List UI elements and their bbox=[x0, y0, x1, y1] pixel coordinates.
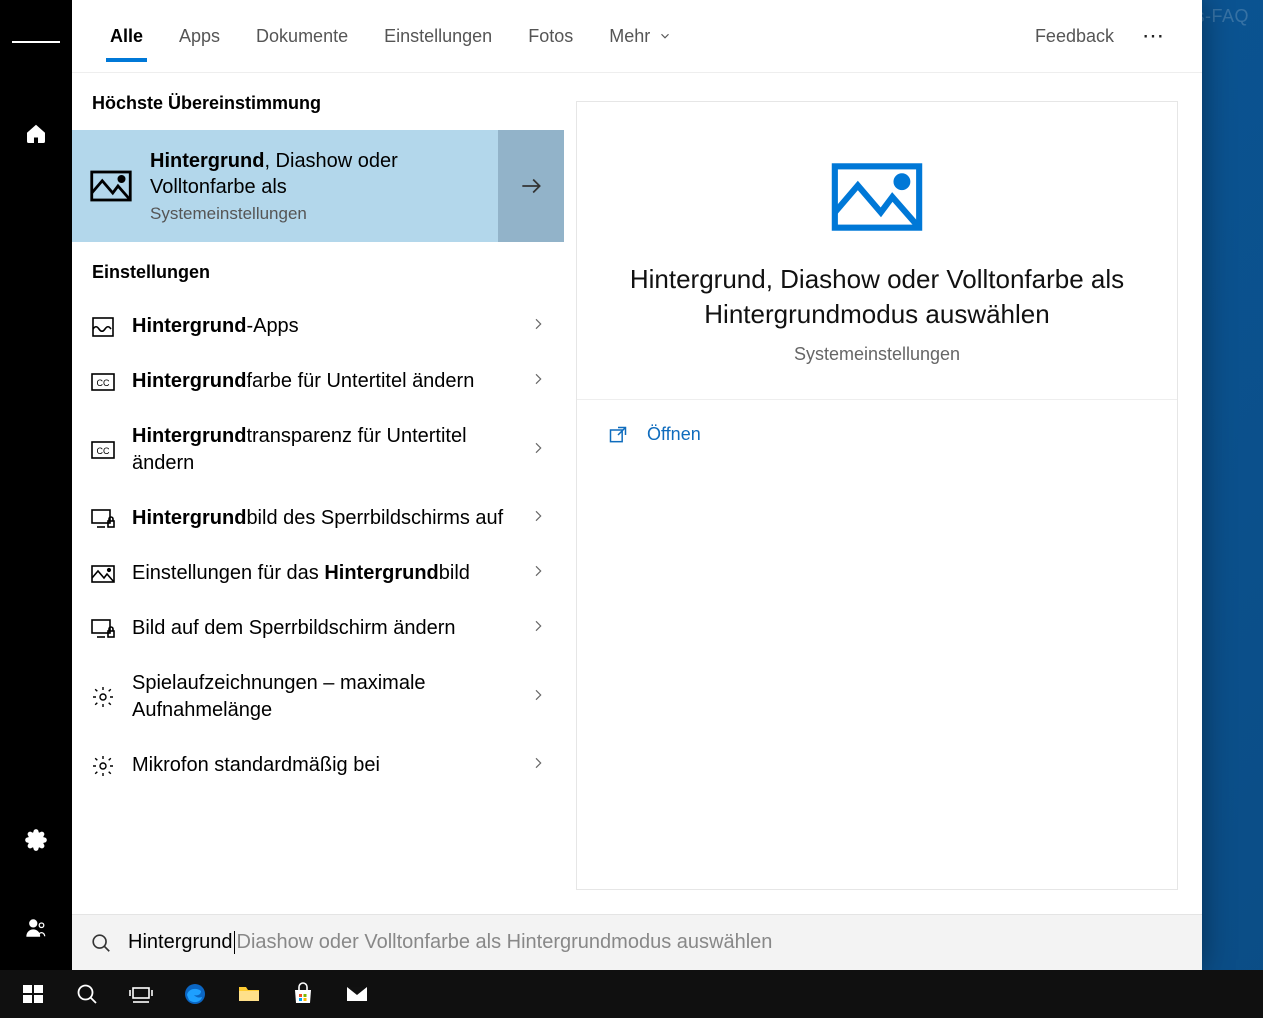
result-label: Hintergrund-Apps bbox=[132, 313, 514, 340]
cc-icon: CC bbox=[90, 437, 116, 463]
mail-icon bbox=[345, 982, 369, 1006]
settings-results: Hintergrund-Apps CC Hintergrundfarbe für U… bbox=[72, 299, 564, 914]
image-wave-icon bbox=[90, 314, 116, 340]
result-item[interactable]: Einstellungen für das Hintergrundbild bbox=[72, 546, 564, 601]
arrow-right-icon bbox=[518, 173, 544, 199]
svg-text:CC: CC bbox=[97, 446, 110, 456]
home-icon[interactable] bbox=[12, 110, 60, 158]
taskbar-mail-button[interactable] bbox=[330, 970, 384, 1018]
preview-subtitle: Systemeinstellungen bbox=[794, 344, 960, 365]
result-item[interactable]: CC Hintergrundtransparenz für Untertitel … bbox=[72, 409, 564, 491]
chevron-right-icon bbox=[530, 316, 552, 337]
result-label: Hintergrundbild des Sperrbildschirms auf bbox=[132, 505, 514, 532]
tab-all[interactable]: Alle bbox=[92, 0, 161, 72]
monitor-lock-icon bbox=[90, 506, 116, 532]
image-icon bbox=[90, 561, 116, 587]
monitor-lock-icon bbox=[90, 616, 116, 642]
best-match-expand-button[interactable] bbox=[498, 130, 564, 242]
preview-title: Hintergrund, Diashow oder Volltonfarbe a… bbox=[617, 262, 1137, 332]
search-icon bbox=[75, 982, 99, 1006]
best-match-subtitle: Systemeinstellungen bbox=[150, 204, 486, 224]
open-action[interactable]: Öffnen bbox=[607, 424, 1147, 445]
result-item[interactable]: Mikrofon standardmäßig bei bbox=[72, 738, 564, 793]
feedback-link[interactable]: Feedback bbox=[1035, 26, 1114, 47]
result-preview-card: Hintergrund, Diashow oder Volltonfarbe a… bbox=[576, 101, 1178, 890]
result-label: Mikrofon standardmäßig bei bbox=[132, 752, 514, 779]
result-item[interactable]: Spielaufzeichnungen – maximale Aufnahmel… bbox=[72, 656, 564, 738]
hamburger-icon[interactable] bbox=[12, 18, 60, 66]
search-results-list: Höchste Übereinstimmung Hintergrund, Dia… bbox=[72, 73, 564, 914]
store-icon bbox=[291, 982, 315, 1006]
result-label: Einstellungen für das Hintergrundbild bbox=[132, 560, 514, 587]
tab-apps[interactable]: Apps bbox=[161, 0, 238, 72]
search-tabs: Alle Apps Dokumente Einstellungen Fotos … bbox=[72, 0, 1202, 72]
image-icon bbox=[831, 162, 923, 232]
start-button[interactable] bbox=[6, 970, 60, 1018]
result-item[interactable]: Hintergrund-Apps bbox=[72, 299, 564, 354]
open-label: Öffnen bbox=[647, 424, 701, 445]
chevron-right-icon bbox=[530, 618, 552, 639]
taskbar-explorer-button[interactable] bbox=[222, 970, 276, 1018]
profile-icon[interactable] bbox=[12, 904, 60, 952]
chevron-down-icon bbox=[658, 29, 672, 43]
best-match-item[interactable]: Hintergrund, Diashow oder Volltonfarbe a… bbox=[72, 130, 564, 242]
result-label: Spielaufzeichnungen – maximale Aufnahmel… bbox=[132, 670, 514, 724]
chevron-right-icon bbox=[530, 508, 552, 529]
task-view-button[interactable] bbox=[114, 970, 168, 1018]
search-typed-text: Hintergrund bbox=[128, 931, 235, 954]
chevron-right-icon bbox=[530, 371, 552, 392]
result-item[interactable]: Hintergrundbild des Sperrbildschirms auf bbox=[72, 491, 564, 546]
content-split: Höchste Übereinstimmung Hintergrund, Dia… bbox=[72, 72, 1202, 914]
edge-icon bbox=[183, 982, 207, 1006]
cortana-search-panel: Alle Apps Dokumente Einstellungen Fotos … bbox=[0, 0, 1202, 970]
search-input[interactable]: Hintergrund Diashow oder Volltonfarbe al… bbox=[128, 931, 772, 954]
tab-photos[interactable]: Fotos bbox=[510, 0, 591, 72]
chevron-right-icon bbox=[530, 755, 552, 776]
taskbar-edge-button[interactable] bbox=[168, 970, 222, 1018]
tab-more[interactable]: Mehr bbox=[591, 0, 690, 72]
tab-documents[interactable]: Dokumente bbox=[238, 0, 366, 72]
result-preview-pane: Hintergrund, Diashow oder Volltonfarbe a… bbox=[564, 73, 1202, 914]
desktop: Windows-FAQ Alle Apps bbox=[0, 0, 1263, 1018]
gear-icon bbox=[90, 753, 116, 779]
cortana-panel-body: Alle Apps Dokumente Einstellungen Fotos … bbox=[72, 0, 1202, 970]
settings-section-header: Einstellungen bbox=[72, 242, 564, 299]
taskbar-store-button[interactable] bbox=[276, 970, 330, 1018]
open-icon bbox=[607, 425, 629, 445]
task-view-icon bbox=[129, 982, 153, 1006]
search-suggestion-ghost: Diashow oder Volltonfarbe als Hintergrun… bbox=[237, 931, 773, 954]
gear-icon bbox=[90, 684, 116, 710]
result-label: Bild auf dem Sperrbildschirm ändern bbox=[132, 615, 514, 642]
result-label: Hintergrundtransparenz für Untertitel än… bbox=[132, 423, 514, 477]
settings-gear-icon[interactable] bbox=[12, 816, 60, 864]
svg-text:CC: CC bbox=[97, 378, 110, 388]
more-options-icon[interactable]: ⋯ bbox=[1142, 23, 1166, 49]
chevron-right-icon bbox=[530, 440, 552, 461]
cortana-side-rail bbox=[0, 0, 72, 970]
folder-icon bbox=[237, 982, 261, 1006]
result-item[interactable]: CC Hintergrundfarbe für Untertitel ändern bbox=[72, 354, 564, 409]
taskbar-search-button[interactable] bbox=[60, 970, 114, 1018]
tab-settings[interactable]: Einstellungen bbox=[366, 0, 510, 72]
tab-more-label: Mehr bbox=[609, 0, 650, 72]
taskbar bbox=[0, 970, 1263, 1018]
search-icon bbox=[90, 932, 112, 954]
image-icon bbox=[90, 165, 132, 207]
windows-logo-icon bbox=[21, 982, 45, 1006]
result-label: Hintergrundfarbe für Untertitel ändern bbox=[132, 368, 514, 395]
result-item[interactable]: Bild auf dem Sperrbildschirm ändern bbox=[72, 601, 564, 656]
chevron-right-icon bbox=[530, 687, 552, 708]
search-input-bar[interactable]: Hintergrund Diashow oder Volltonfarbe al… bbox=[72, 914, 1202, 970]
cc-icon: CC bbox=[90, 369, 116, 395]
best-match-header: Höchste Übereinstimmung bbox=[72, 73, 564, 130]
best-match-title: Hintergrund, Diashow oder Volltonfarbe a… bbox=[150, 148, 486, 200]
chevron-right-icon bbox=[530, 563, 552, 584]
